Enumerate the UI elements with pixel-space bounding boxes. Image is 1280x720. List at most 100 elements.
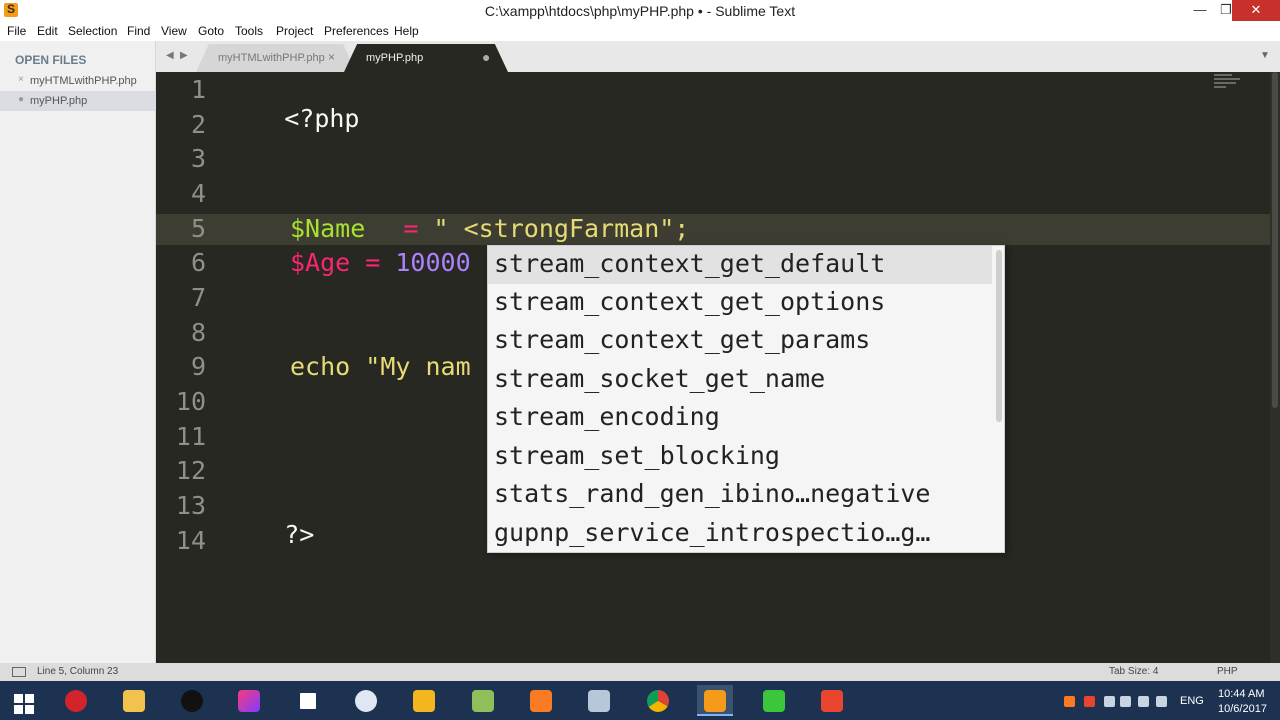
line-number: 14 bbox=[175, 526, 206, 555]
code-line-13: ?> bbox=[224, 491, 314, 578]
taskbar-paint[interactable] bbox=[348, 685, 384, 716]
menu-view[interactable]: View bbox=[161, 24, 187, 38]
menu-goto[interactable]: Goto bbox=[198, 24, 224, 38]
scrollbar-thumb[interactable] bbox=[1272, 72, 1278, 408]
minimize-button[interactable]: — bbox=[1186, 0, 1214, 21]
taskbar-network[interactable] bbox=[581, 685, 617, 716]
code-keyword: echo bbox=[290, 352, 351, 381]
tab-unsaved-icon[interactable]: ● bbox=[482, 49, 490, 65]
autocomplete-item[interactable]: stream_socket_get_name bbox=[488, 361, 992, 399]
menu-tools[interactable]: Tools bbox=[235, 24, 263, 38]
title-bar: C:\xampp\htdocs\php\myPHP.php • - Sublim… bbox=[0, 0, 1280, 21]
autocomplete-item[interactable]: stats_rand_gen_ibino…negative bbox=[488, 476, 992, 514]
clock-date[interactable]: 10/6/2017 bbox=[1218, 703, 1267, 715]
tab-prev-icon[interactable]: ◀ bbox=[166, 50, 174, 61]
sublime-icon bbox=[704, 690, 726, 712]
sidebar-file-label: myHTMLwithPHP.php bbox=[30, 75, 137, 87]
menu-selection[interactable]: Selection bbox=[68, 24, 117, 38]
menu-help[interactable]: Help bbox=[394, 24, 419, 38]
menu-file[interactable]: File bbox=[7, 24, 26, 38]
tab-size-indicator[interactable]: Tab Size: 4 bbox=[1109, 666, 1158, 677]
paint-icon bbox=[355, 690, 377, 712]
network-icon bbox=[588, 690, 610, 712]
tab-close-icon[interactable]: × bbox=[328, 50, 335, 64]
sidebar-file-myphp[interactable]: ● myPHP.php bbox=[0, 91, 156, 111]
tab-next-icon[interactable]: ▶ bbox=[180, 50, 188, 61]
taskbar-brackets[interactable] bbox=[290, 685, 326, 716]
menu-bar: File Edit Selection Find View Goto Tools… bbox=[0, 21, 1280, 41]
camtasia-icon bbox=[821, 690, 843, 712]
syntax-indicator[interactable]: PHP bbox=[1217, 666, 1238, 677]
editor-scrollbar[interactable] bbox=[1270, 72, 1280, 663]
code-operator: = bbox=[403, 214, 419, 243]
autocomplete-item[interactable]: stream_context_get_params bbox=[488, 322, 992, 360]
taskbar-pen-tool[interactable] bbox=[174, 685, 210, 716]
code-string: " <strongFarman"; bbox=[418, 214, 690, 243]
taskbar-sublime[interactable] bbox=[697, 685, 733, 716]
network-tray-icon[interactable] bbox=[1138, 696, 1149, 707]
close-icon[interactable]: × bbox=[18, 74, 24, 85]
line-number: 8 bbox=[190, 318, 206, 347]
status-bar: Line 5, Column 23 Tab Size: 4 PHP bbox=[0, 663, 1280, 681]
power-icon[interactable] bbox=[1120, 696, 1131, 707]
autocomplete-item[interactable]: gupnp_service_introspectio…g… bbox=[488, 515, 992, 553]
clock-time[interactable]: 10:44 AM bbox=[1218, 688, 1264, 700]
taskbar-intellij[interactable] bbox=[231, 685, 267, 716]
opera-icon bbox=[65, 690, 87, 712]
autocomplete-item[interactable]: stream_context_get_options bbox=[488, 284, 992, 322]
autocomplete-popup[interactable]: stream_context_get_default stream_contex… bbox=[487, 245, 1005, 553]
sidebar-file-label: myPHP.php bbox=[30, 95, 88, 107]
sidebar: OPEN FILES × myHTMLwithPHP.php ● myPHP.p… bbox=[0, 41, 156, 663]
line-number: 9 bbox=[190, 352, 206, 381]
code-operator: = bbox=[350, 248, 396, 277]
line-number: 5 bbox=[190, 214, 206, 243]
taskbar-notepadpp[interactable] bbox=[465, 685, 501, 716]
autocomplete-item[interactable]: stream_encoding bbox=[488, 399, 992, 437]
taskbar-outlook[interactable] bbox=[406, 685, 442, 716]
taskbar-camtasia-red[interactable] bbox=[814, 685, 850, 716]
line-number: 10 bbox=[175, 387, 206, 416]
code-line-6: $Age = 10000 bbox=[290, 248, 471, 277]
close-button[interactable]: ✕ bbox=[1232, 0, 1280, 21]
menu-find[interactable]: Find bbox=[127, 24, 150, 38]
taskbar-opera[interactable] bbox=[58, 685, 94, 716]
tab-label: myPHP.php bbox=[366, 52, 424, 64]
chrome-icon bbox=[647, 690, 669, 712]
flag-icon[interactable] bbox=[1104, 696, 1115, 707]
tab-menu-icon[interactable]: ▼ bbox=[1260, 50, 1270, 61]
autocomplete-item[interactable]: stream_set_blocking bbox=[488, 438, 992, 476]
language-indicator[interactable]: ENG bbox=[1180, 695, 1204, 707]
panel-toggle-icon[interactable] bbox=[12, 667, 26, 677]
taskbar-camtasia-green[interactable] bbox=[756, 685, 792, 716]
brackets-icon bbox=[297, 690, 319, 712]
volume-icon[interactable] bbox=[1156, 696, 1167, 707]
line-number: 11 bbox=[175, 422, 206, 451]
start-button[interactable] bbox=[4, 685, 40, 716]
code-number: 10000 bbox=[395, 248, 471, 277]
tab-myphp[interactable]: myPHP.php ● bbox=[344, 44, 508, 72]
code-line-1: <?php bbox=[224, 75, 359, 162]
code-editor[interactable]: 1 2 3 4 5 6 7 8 9 10 11 12 13 14 <?php $… bbox=[156, 72, 1280, 663]
system-tray: ENG 10:44 AM 10/6/2017 bbox=[1060, 681, 1280, 720]
tab-bar: ◀ ▶ myHTMLwithPHP.php × myPHP.php ● ▼ bbox=[156, 41, 1280, 72]
sidebar-file-myhtmlwithphp[interactable]: × myHTMLwithPHP.php bbox=[0, 71, 156, 91]
line-number: 2 bbox=[190, 110, 206, 139]
window-title: C:\xampp\htdocs\php\myPHP.php • - Sublim… bbox=[484, 3, 796, 19]
taskbar: ENG 10:44 AM 10/6/2017 bbox=[0, 681, 1280, 720]
intellij-icon bbox=[238, 690, 260, 712]
code-string: "My nam bbox=[350, 352, 471, 381]
menu-project[interactable]: Project bbox=[276, 24, 313, 38]
taskbar-xampp[interactable] bbox=[523, 685, 559, 716]
autocomplete-item[interactable]: stream_context_get_default bbox=[488, 246, 992, 284]
taskbar-file-explorer[interactable] bbox=[116, 685, 152, 716]
xampp-tray-icon[interactable] bbox=[1064, 696, 1075, 707]
taskbar-chrome[interactable] bbox=[640, 685, 676, 716]
unsaved-dot-icon[interactable]: ● bbox=[18, 94, 24, 105]
menu-preferences[interactable]: Preferences bbox=[324, 24, 389, 38]
recorder-tray-icon[interactable] bbox=[1084, 696, 1095, 707]
minimap[interactable] bbox=[1214, 74, 1254, 98]
menu-edit[interactable]: Edit bbox=[37, 24, 58, 38]
tab-myhtmlwithphp[interactable]: myHTMLwithPHP.php × bbox=[196, 44, 356, 72]
autocomplete-scrollbar[interactable] bbox=[996, 250, 1002, 422]
